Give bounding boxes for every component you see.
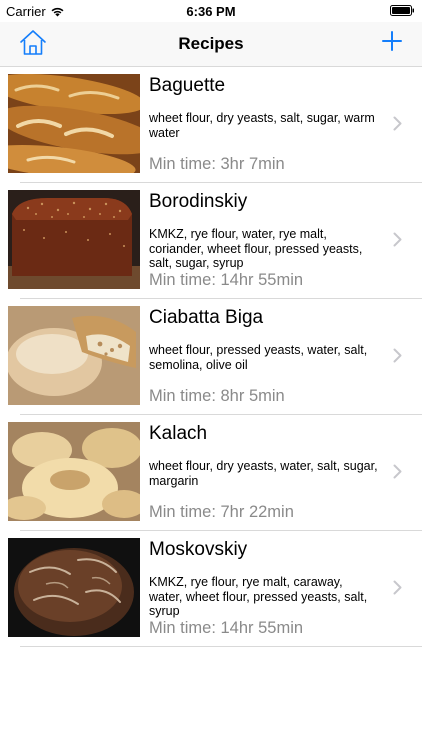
status-bar: Carrier 6:36 PM: [0, 0, 422, 22]
kalach-photo: [8, 422, 140, 521]
recipe-ingredients: wheet flour, pressed yeasts, water, salt…: [149, 343, 368, 372]
chevron-right-icon: [393, 580, 402, 595]
recipe-name: Moskovskiy: [149, 539, 248, 560]
recipe-row-moskovskiy[interactable]: Moskovskiy KMKZ, rye flour, rye malt, ca…: [0, 531, 422, 647]
recipe-ingredients: KMKZ, rye flour, water, rye malt, corian…: [149, 227, 363, 270]
chevron-right-icon: [393, 464, 402, 479]
navigation-bar: Recipes: [0, 22, 422, 67]
recipe-row-kalach[interactable]: Kalach wheet flour, dry yeasts, water, s…: [0, 415, 422, 531]
chevron-right-icon: [393, 348, 402, 363]
battery-icon: [390, 5, 414, 16]
recipe-ingredients: wheet flour, dry yeasts, salt, sugar, wa…: [149, 111, 375, 140]
recipe-row-borodinskiy[interactable]: Borodinskiy KMKZ, rye flour, water, rye …: [0, 183, 422, 299]
add-recipe-icon[interactable]: [382, 31, 402, 51]
recipe-ingredients: wheet flour, dry yeasts, water, salt, su…: [149, 459, 378, 488]
recipe-row-ciabatta-biga[interactable]: Ciabatta Biga wheet flour, pressed yeast…: [0, 299, 422, 415]
recipe-name: Borodinskiy: [149, 191, 248, 212]
chevron-right-icon: [393, 116, 402, 131]
recipe-name: Kalach: [149, 423, 208, 444]
recipe-name: Baguette: [149, 75, 226, 96]
recipe-name: Ciabatta Biga: [149, 307, 264, 328]
recipe-min-time: Min time: 14hr 55min: [149, 271, 304, 289]
recipe-min-time: Min time: 14hr 55min: [149, 619, 304, 637]
status-time: 6:36 PM: [186, 4, 236, 19]
recipe-min-time: Min time: 3hr 7min: [149, 155, 285, 173]
recipe-min-time: Min time: 8hr 5min: [149, 387, 285, 405]
ciabatta-biga-photo: [8, 306, 140, 405]
baguette-photo: [8, 74, 140, 173]
recipe-min-time: Min time: 7hr 22min: [149, 503, 294, 521]
borodinskiy-photo: [8, 190, 140, 289]
recipe-ingredients: KMKZ, rye flour, rye malt, caraway, wate…: [149, 575, 368, 618]
recipe-row-baguette[interactable]: Baguette wheet flour, dry yeasts, salt, …: [0, 67, 422, 183]
page-title: Recipes: [178, 34, 244, 53]
recipe-list: Baguette wheet flour, dry yeasts, salt, …: [0, 67, 422, 647]
chevron-right-icon: [393, 232, 402, 247]
moskovskiy-photo: [8, 538, 140, 637]
